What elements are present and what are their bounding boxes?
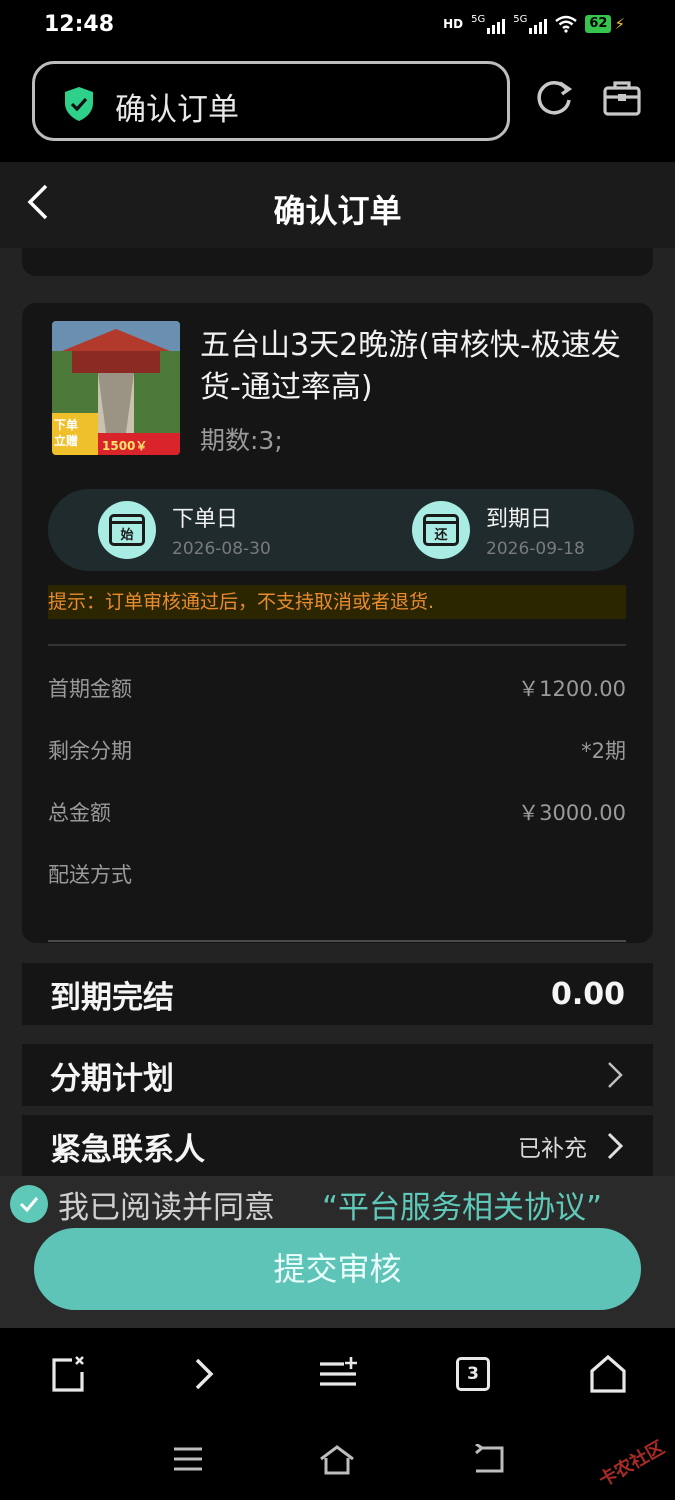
detail-row: 首期金额 ￥1200.00 [48,673,626,703]
due-date: 还 到期日 2026-09-18 [412,501,585,559]
top-card-stub [22,248,653,276]
browser-bottom-nav: 3 卡农社区 [0,1328,675,1500]
page-title: 确认订单 [273,192,402,230]
installment-plan-row[interactable]: 分期计划 [22,1044,653,1106]
address-bar[interactable]: 确认订单 [32,61,510,141]
browser-toolbar: 确认订单 [0,56,675,162]
hd-label: HD [443,17,464,31]
chevron-right-icon [608,1062,623,1088]
summary-value: 0.00 [550,976,625,1012]
summary-label: 到期完结 [50,979,174,1016]
order-date-label: 下单日 [172,507,239,532]
submit-review-button[interactable]: 提交审核 [34,1228,641,1310]
contact-status: 已补充 [518,1136,587,1162]
due-date-value: 2026-09-18 [486,539,585,559]
divider [48,644,626,646]
system-back-icon[interactable] [472,1444,506,1476]
address-title: 确认订单 [115,92,239,128]
watermark: 卡农社区 [595,1437,669,1492]
date-range-bar: 始 下单日 2026-08-30 还 到期日 2026-09-18 [48,489,634,571]
contact-label: 紧急联系人 [50,1131,205,1168]
battery-icon: 62 ⚡ [585,15,625,33]
signal-icon: 5G [471,14,506,34]
forward-icon[interactable] [192,1354,216,1394]
toolbox-icon[interactable] [603,80,641,116]
wifi-icon [555,15,578,33]
detail-label: 剩余分期 [48,739,132,763]
status-time: 12:48 [44,12,115,37]
product-image: 下单立赠 1500￥ [52,321,180,455]
calendar-due-icon: 还 [412,501,470,559]
detail-value: *2期 [581,739,626,763]
detail-row: 剩余分期 *2期 [48,735,626,765]
product-name: 五台山3天2晚游(审核快-极速发货-通过率高) [200,328,621,405]
detail-row: 总金额 ￥3000.00 [48,797,626,827]
order-date: 始 下单日 2026-08-30 [98,501,271,559]
detail-row[interactable]: 配送方式 [48,859,626,889]
detail-label: 配送方式 [48,863,132,887]
home-icon[interactable] [588,1354,628,1394]
system-home-icon[interactable] [318,1444,356,1476]
close-page-icon[interactable] [50,1354,86,1394]
reload-icon[interactable] [536,78,574,118]
detail-label: 首期金额 [48,677,132,701]
recent-apps-icon[interactable] [172,1444,204,1474]
tabs-count-button[interactable]: 3 [456,1357,490,1391]
detail-value: ￥1200.00 [518,677,626,701]
page-header: 确认订单 [0,162,675,248]
detail-value: ￥3000.00 [518,801,626,825]
product-card: 下单立赠 1500￥ 五台山3天2晚游(审核快-极速发货-通过率高) 期数:3;… [22,303,653,943]
agree-checkbox[interactable] [10,1185,48,1223]
agreement-bar: 我已阅读并同意 “平台服务相关协议” 提交审核 [0,1176,675,1328]
check-icon [19,1197,39,1213]
signal-icon: 5G [513,14,548,34]
detail-label: 总金额 [48,801,111,825]
plan-label: 分期计划 [50,1060,174,1097]
menu-icon[interactable] [318,1354,358,1394]
shield-check-icon [65,87,93,121]
notice-tip: 提示：订单审核通过后，不支持取消或者退货. [48,585,626,619]
agreement-text: 我已阅读并同意 [58,1190,275,1226]
divider [48,940,626,942]
image-badge: 下单立赠 [54,418,79,448]
product-period: 期数:3; [200,426,283,455]
calendar-start-icon: 始 [98,501,156,559]
image-price: 1500￥ [102,439,148,453]
emergency-contact-row[interactable]: 紧急联系人 已补充 [22,1115,653,1176]
status-icons: HD 5G 5G 62 ⚡ [443,14,625,34]
order-date-value: 2026-08-30 [172,539,271,559]
status-bar: 12:48 HD 5G 5G 62 ⚡ [0,0,675,56]
summary-row: 到期完结 0.00 [22,963,653,1025]
due-date-label: 到期日 [486,507,553,532]
order-content: 下单立赠 1500￥ 五台山3天2晚游(审核快-极速发货-通过率高) 期数:3;… [0,248,675,1176]
chevron-right-icon [607,1132,624,1160]
agreement-link[interactable]: “平台服务相关协议” [322,1182,602,1227]
